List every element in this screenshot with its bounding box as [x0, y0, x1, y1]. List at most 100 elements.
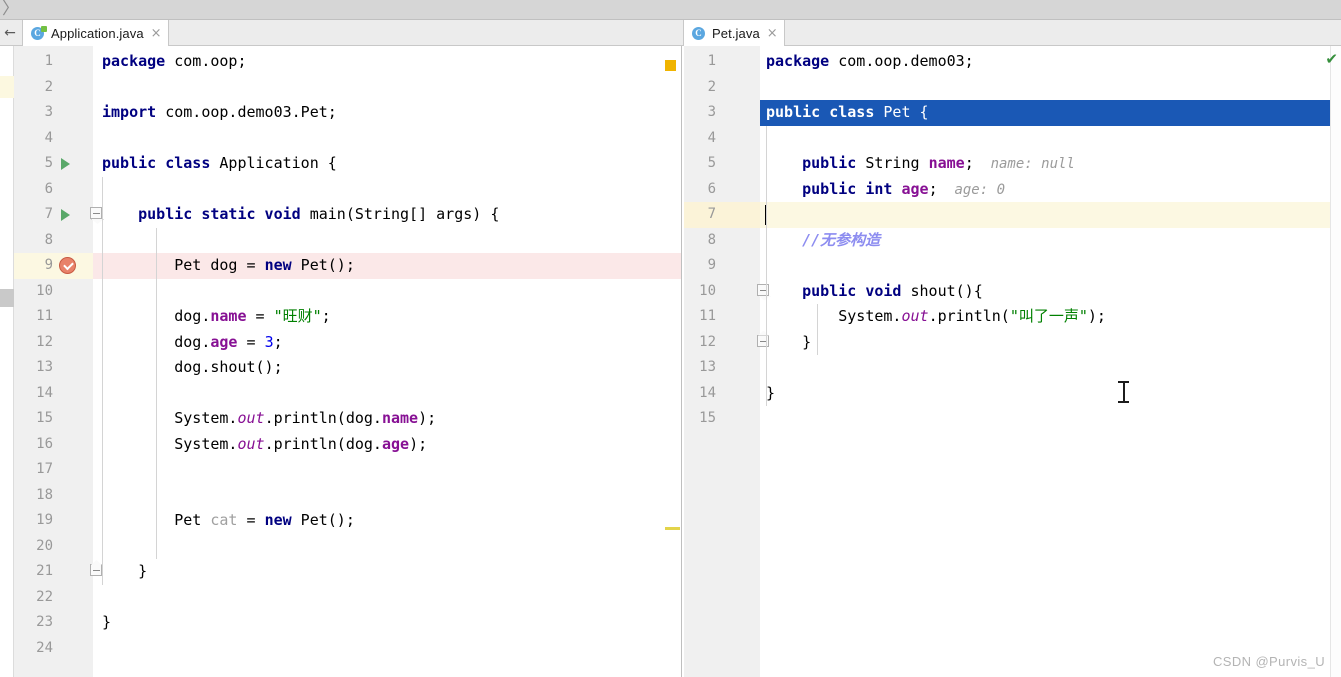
- code-text: import com.oop.demo03.Pet;: [102, 103, 337, 121]
- code-line[interactable]: Pet cat = new Pet();: [93, 508, 681, 534]
- gutter-line[interactable]: 8: [14, 228, 93, 254]
- gutter-line[interactable]: 13: [684, 355, 760, 381]
- code-line[interactable]: import com.oop.demo03.Pet;: [93, 100, 681, 126]
- gutter-line[interactable]: 2: [684, 75, 760, 101]
- gutter-line[interactable]: 3: [14, 100, 93, 126]
- gutter-line[interactable]: 16: [14, 432, 93, 458]
- left-editor-pane[interactable]: 1 2 3 4 5 6 7 8 9 10 11 12 13 14 15 16 17 18 19 20 21 22 23 24 …: [0, 46, 681, 677]
- gutter-line[interactable]: 23: [14, 610, 93, 636]
- gutter-line[interactable]: 17: [14, 457, 93, 483]
- code-line[interactable]: [93, 228, 681, 254]
- code-line[interactable]: [93, 534, 681, 560]
- code-line[interactable]: [93, 279, 681, 305]
- gutter-line[interactable]: 18: [14, 483, 93, 509]
- code-line[interactable]: }: [93, 610, 681, 636]
- gutter-line[interactable]: 12: [684, 330, 769, 356]
- tab-pet-java[interactable]: C Pet.java ×: [683, 20, 785, 46]
- code-line[interactable]: }: [93, 559, 681, 585]
- gutter-line[interactable]: 7: [684, 202, 760, 228]
- code-line[interactable]: [93, 585, 681, 611]
- gutter-line[interactable]: 20: [14, 534, 93, 560]
- gutter-line[interactable]: 9: [684, 253, 760, 279]
- run-gutter-icon[interactable]: [61, 158, 70, 170]
- left-editor-marker-track[interactable]: [662, 46, 680, 677]
- code-line[interactable]: public int age; age: 0: [760, 177, 1341, 203]
- code-line[interactable]: }: [760, 330, 1341, 356]
- gutter-line[interactable]: 15: [684, 406, 760, 432]
- code-line[interactable]: [760, 355, 1341, 381]
- gutter-line[interactable]: 22: [14, 585, 93, 611]
- right-editor-pane[interactable]: 1 2 3 4 5 6 7 8 9 10 11 12 13 14 15 package com.oop.de…: [681, 46, 1341, 677]
- code-line[interactable]: dog.age = 3;: [93, 330, 681, 356]
- code-line[interactable]: dog.name = "旺财";: [93, 304, 681, 330]
- code-line[interactable]: dog.shout();: [93, 355, 681, 381]
- code-line[interactable]: [760, 75, 1341, 101]
- code-line[interactable]: public static void main(String[] args) {: [93, 202, 681, 228]
- code-line[interactable]: package com.oop;: [93, 49, 681, 75]
- code-line[interactable]: [93, 457, 681, 483]
- gutter-line[interactable]: 4: [684, 126, 760, 152]
- gutter-line[interactable]: 6: [14, 177, 93, 203]
- gutter-line[interactable]: 5: [684, 151, 760, 177]
- warning-marker-icon[interactable]: [665, 60, 676, 71]
- code-line[interactable]: public String name; name: null: [760, 151, 1341, 177]
- gutter-line[interactable]: 3: [684, 100, 760, 126]
- code-line[interactable]: //无参构造: [760, 228, 1341, 254]
- gutter-line[interactable]: 14: [14, 381, 93, 407]
- gutter-line[interactable]: 21: [14, 559, 102, 585]
- line-number: 24: [36, 639, 53, 656]
- gutter-line[interactable]: 2: [14, 75, 93, 101]
- run-gutter-icon[interactable]: [61, 209, 70, 221]
- right-editor-gutter[interactable]: 1 2 3 4 5 6 7 8 9 10 11 12 13 14 15: [684, 46, 769, 677]
- gutter-line[interactable]: 4: [14, 126, 93, 152]
- code-line[interactable]: public class Application {: [93, 151, 681, 177]
- gutter-line[interactable]: 9: [14, 253, 93, 279]
- code-line[interactable]: [93, 126, 681, 152]
- code-line[interactable]: [760, 406, 1341, 432]
- code-line[interactable]: [760, 253, 1341, 279]
- gutter-line[interactable]: 10: [14, 279, 93, 305]
- code-line[interactable]: [93, 177, 681, 203]
- gutter-line[interactable]: 11: [684, 304, 760, 330]
- tab-application-java[interactable]: C Application.java ×: [22, 20, 169, 46]
- weak-warning-marker-icon[interactable]: [665, 527, 680, 530]
- code-line[interactable]: [760, 202, 1341, 228]
- code-line[interactable]: System.out.println(dog.name);: [93, 406, 681, 432]
- code-line[interactable]: System.out.println("叫了一声");: [760, 304, 1341, 330]
- gutter-line[interactable]: 14: [684, 381, 760, 407]
- left-editor-gutter[interactable]: 1 2 3 4 5 6 7 8 9 10 11 12 13 14 15 16 17 18 19 20 21 22 23 24: [14, 46, 102, 677]
- code-line[interactable]: [93, 75, 681, 101]
- gutter-line[interactable]: 24: [14, 636, 93, 662]
- gutter-line[interactable]: 8: [684, 228, 760, 254]
- code-line[interactable]: [93, 636, 681, 662]
- right-editor-code[interactable]: package com.oop.demo03; public class Pet …: [760, 46, 1341, 677]
- gutter-line[interactable]: 1: [684, 49, 760, 75]
- error-gutter-icon[interactable]: [59, 257, 76, 274]
- gutter-line[interactable]: 11: [14, 304, 93, 330]
- code-line[interactable]: }: [760, 381, 1341, 407]
- gutter-line[interactable]: 1: [14, 49, 93, 75]
- code-line[interactable]: Pet dog = new Pet();: [93, 253, 681, 279]
- left-tool-strip[interactable]: [0, 46, 14, 677]
- left-editor-code[interactable]: package com.oop; import com.oop.demo03.Pe…: [93, 46, 681, 677]
- back-arrow-icon[interactable]: ←: [2, 24, 18, 42]
- gutter-line[interactable]: 13: [14, 355, 93, 381]
- close-icon[interactable]: ×: [767, 26, 778, 41]
- code-line[interactable]: System.out.println(dog.age);: [93, 432, 681, 458]
- gutter-line[interactable]: 15: [14, 406, 93, 432]
- code-line[interactable]: [93, 381, 681, 407]
- code-line[interactable]: package com.oop.demo03;: [760, 49, 1341, 75]
- gutter-line[interactable]: 10: [684, 279, 769, 305]
- code-line[interactable]: public void shout(){: [760, 279, 1341, 305]
- code-line[interactable]: [760, 126, 1341, 152]
- code-line[interactable]: public class Pet {: [760, 100, 1341, 126]
- inspection-ok-check-icon[interactable]: ✔: [1325, 50, 1338, 68]
- gutter-line[interactable]: 19: [14, 508, 93, 534]
- right-editor-marker-track[interactable]: ✔: [1323, 46, 1341, 677]
- gutter-line[interactable]: 12: [14, 330, 93, 356]
- code-line[interactable]: [93, 483, 681, 509]
- gutter-line[interactable]: 5: [14, 151, 93, 177]
- gutter-line[interactable]: 7: [14, 202, 102, 228]
- close-icon[interactable]: ×: [151, 26, 162, 41]
- gutter-line[interactable]: 6: [684, 177, 760, 203]
